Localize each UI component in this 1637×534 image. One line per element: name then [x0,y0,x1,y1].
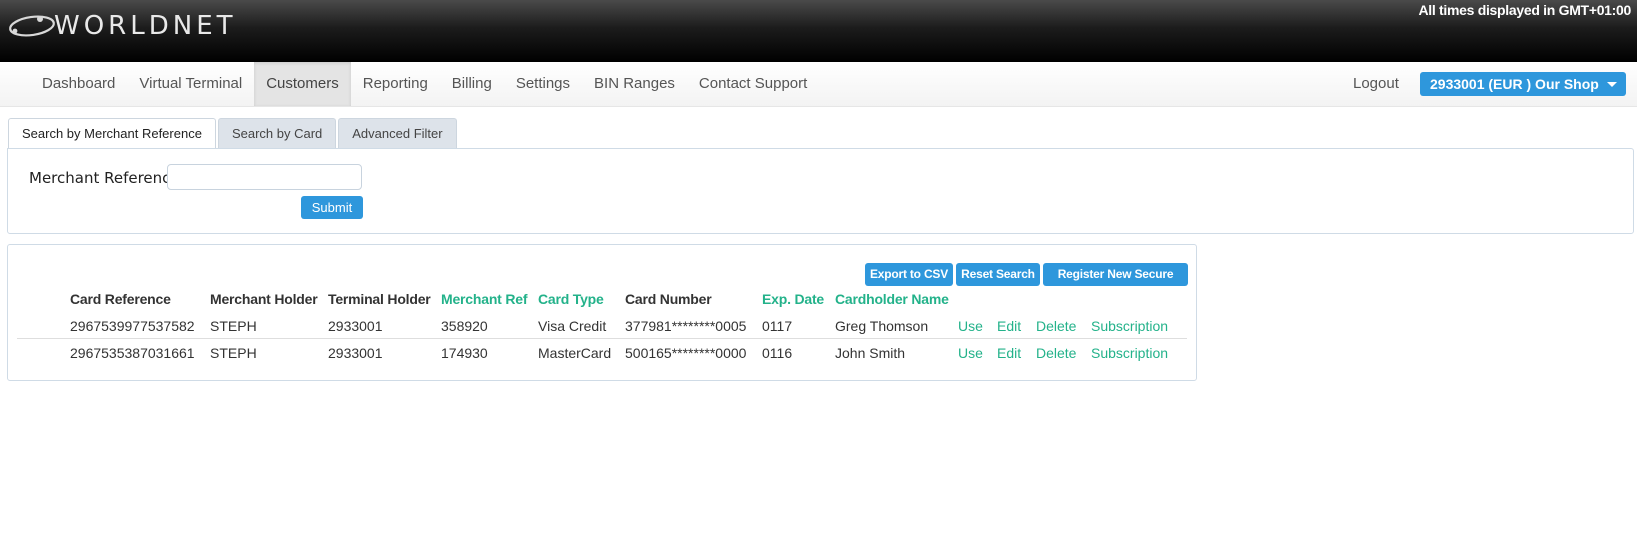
terminal-select[interactable]: 2933001 (EUR ) Our Shop [1420,72,1626,96]
search-panel: Merchant Reference Submit [7,148,1634,234]
main-nav: Dashboard Virtual Terminal Customers Rep… [0,62,1637,107]
subscription-link[interactable]: Subscription [1091,318,1168,334]
edit-link[interactable]: Edit [997,318,1021,334]
nav-item-bin-ranges[interactable]: BIN Ranges [582,62,687,106]
cell-merchant-holder: STEPH [210,318,257,334]
cell-exp-date: 0116 [762,345,793,361]
delete-link[interactable]: Delete [1036,345,1076,361]
column-header-card-number: Card Number [625,291,712,307]
table-row: 2967535387031661 STEPH 2933001 174930 Ma… [17,339,1187,365]
orbit-logo-icon [9,15,55,37]
subscription-link[interactable]: Subscription [1091,345,1168,361]
timezone-note: All times displayed in GMT+01:00 [1418,2,1631,18]
table-row: 2967539977537582 STEPH 2933001 358920 Vi… [17,312,1187,339]
cell-card-reference: 2967539977537582 [70,318,195,334]
cell-card-reference: 2967535387031661 [70,345,195,361]
column-header-exp-date[interactable]: Exp. Date [762,291,824,307]
cell-card-number: 377981********0005 [625,318,747,334]
column-header-merchant-holder: Merchant Holder [210,291,318,307]
register-new-secure-card-button[interactable]: Register New Secure Card [1043,263,1188,304]
nav-item-contact-support[interactable]: Contact Support [687,62,819,106]
column-header-terminal-holder: Terminal Holder [328,291,431,307]
cell-card-type: Visa Credit [538,318,607,334]
nav-item-settings[interactable]: Settings [504,62,582,106]
terminal-select-value: 2933001 (EUR ) Our Shop [1430,76,1599,92]
tab-search-by-merchant-reference[interactable]: Search by Merchant Reference [8,118,216,149]
delete-link[interactable]: Delete [1036,318,1076,334]
search-tabs: Search by Merchant Reference Search by C… [8,118,459,149]
cell-exp-date: 0117 [762,318,793,334]
cell-terminal-holder: 2933001 [328,318,383,334]
cell-cardholder-name: John Smith [835,345,906,361]
merchant-reference-label: Merchant Reference [29,169,180,187]
logout-link[interactable]: Logout [1353,62,1399,106]
tab-advanced-filter[interactable]: Advanced Filter [338,118,457,148]
worldnet-logo[interactable]: WORLDNET [6,10,237,42]
use-link[interactable]: Use [958,345,983,361]
column-header-cardholder-name[interactable]: Cardholder Name [835,291,949,307]
use-link[interactable]: Use [958,318,983,334]
export-csv-button[interactable]: Export to CSV [865,263,953,286]
cell-merchant-ref: 174930 [441,345,488,361]
nav-item-dashboard[interactable]: Dashboard [30,62,127,106]
cell-card-type: MasterCard [538,345,612,361]
cell-merchant-holder: STEPH [210,345,257,361]
results-panel: Export to CSV Reset Search Register New … [7,244,1197,381]
nav-items: Dashboard Virtual Terminal Customers Rep… [30,62,819,106]
cell-terminal-holder: 2933001 [328,345,383,361]
tab-search-by-card[interactable]: Search by Card [217,118,337,148]
nav-item-virtual-terminal[interactable]: Virtual Terminal [127,62,254,106]
logo-wordmark: WORLDNET [54,11,237,41]
submit-button[interactable]: Submit [301,196,363,219]
edit-link[interactable]: Edit [997,345,1021,361]
nav-item-billing[interactable]: Billing [440,62,504,106]
reset-search-button[interactable]: Reset Search [956,263,1040,286]
column-header-card-type[interactable]: Card Type [538,291,604,307]
column-header-merchant-ref[interactable]: Merchant Ref [441,291,527,307]
cell-card-number: 500165********0000 [625,345,747,361]
merchant-reference-input[interactable] [167,164,362,190]
nav-item-customers[interactable]: Customers [254,62,351,106]
caret-down-icon [1607,82,1617,87]
column-header-card-reference: Card Reference [70,291,171,307]
cell-merchant-ref: 358920 [441,318,488,334]
cell-cardholder-name: Greg Thomson [835,318,929,334]
nav-item-reporting[interactable]: Reporting [351,62,440,106]
top-header: WORLDNET All times displayed in GMT+01:0… [0,0,1637,62]
